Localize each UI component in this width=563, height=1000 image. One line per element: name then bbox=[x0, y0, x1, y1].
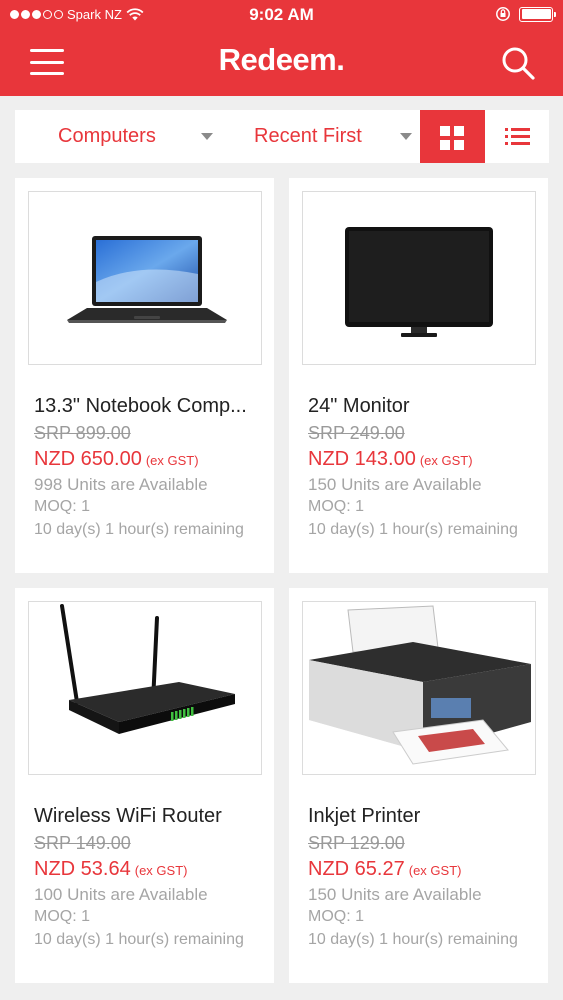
product-srp: SRP 249.00 bbox=[308, 423, 405, 443]
status-time: 9:02 AM bbox=[249, 5, 314, 24]
price-amount: 650.00 bbox=[80, 448, 142, 470]
price-note: (ex GST) bbox=[145, 453, 199, 468]
orientation-lock-icon bbox=[496, 7, 510, 21]
product-srp: SRP 129.00 bbox=[308, 833, 405, 853]
price-currency: NZD bbox=[34, 448, 81, 470]
product-price: NZD 143.00 (ex GST) bbox=[308, 448, 473, 471]
product-image-monitor[interactable] bbox=[302, 191, 536, 365]
price-amount: 65.27 bbox=[354, 858, 405, 880]
category-dropdown-label: Computers bbox=[58, 125, 156, 147]
status-bar: Spark NZ 9:02 AM bbox=[0, 0, 563, 30]
product-moq: MOQ: 1 bbox=[34, 908, 91, 925]
units-available: 150 Units are Available bbox=[308, 475, 482, 494]
product-card[interactable]: Inkjet Printer SRP 129.00 NZD 65.27 (ex G… bbox=[289, 588, 548, 983]
price-note: (ex GST) bbox=[419, 453, 473, 468]
units-available: 998 Units are Available bbox=[34, 475, 208, 494]
product-image-printer[interactable] bbox=[302, 601, 536, 775]
product-moq: MOQ: 1 bbox=[34, 498, 91, 515]
product-card[interactable]: 24" Monitor SRP 249.00 NZD 143.00 (ex GST… bbox=[289, 178, 548, 573]
time-remaining: 10 day(s) 1 hour(s) remaining bbox=[34, 521, 244, 538]
app-header: Redeem. bbox=[0, 30, 563, 96]
product-image-router[interactable] bbox=[28, 601, 262, 775]
category-dropdown[interactable]: Computers bbox=[58, 110, 156, 163]
product-name: Inkjet Printer bbox=[308, 805, 421, 827]
price-note: (ex GST) bbox=[408, 863, 462, 878]
battery-icon bbox=[519, 6, 556, 22]
product-name: 13.3" Notebook Comp... bbox=[34, 395, 247, 417]
app-logo: Redeem. bbox=[218, 42, 345, 77]
product-price: NZD 65.27 (ex GST) bbox=[308, 858, 461, 881]
product-moq: MOQ: 1 bbox=[308, 498, 365, 515]
list-view-button[interactable] bbox=[485, 110, 549, 163]
sort-dropdown[interactable]: Recent First bbox=[254, 110, 362, 163]
sort-dropdown-label: Recent First bbox=[254, 125, 362, 147]
grid-view-button[interactable] bbox=[420, 110, 485, 163]
product-price: NZD 650.00 (ex GST) bbox=[34, 448, 199, 471]
price-currency: NZD bbox=[34, 858, 81, 880]
product-card[interactable]: 13.3" Notebook Comp... SRP 899.00 NZD 65… bbox=[15, 178, 274, 573]
product-image-laptop[interactable] bbox=[28, 191, 262, 365]
product-card[interactable]: Wireless WiFi Router SRP 149.00 NZD 53.6… bbox=[15, 588, 274, 983]
price-currency: NZD bbox=[308, 448, 355, 470]
list-icon bbox=[505, 128, 530, 145]
time-remaining: 10 day(s) 1 hour(s) remaining bbox=[34, 931, 244, 948]
product-price: NZD 53.64 (ex GST) bbox=[34, 858, 187, 881]
time-remaining: 10 day(s) 1 hour(s) remaining bbox=[308, 521, 518, 538]
product-name: 24" Monitor bbox=[308, 395, 410, 417]
category-chevron-down-icon[interactable] bbox=[201, 133, 213, 140]
sort-chevron-down-icon[interactable] bbox=[400, 133, 412, 140]
filter-bar: Computers Recent First bbox=[15, 110, 549, 163]
price-amount: 143.00 bbox=[354, 448, 416, 470]
grid-icon bbox=[440, 126, 450, 136]
product-name: Wireless WiFi Router bbox=[34, 805, 222, 827]
product-srp: SRP 149.00 bbox=[34, 833, 131, 853]
price-note: (ex GST) bbox=[134, 863, 188, 878]
price-currency: NZD bbox=[308, 858, 355, 880]
time-remaining: 10 day(s) 1 hour(s) remaining bbox=[308, 931, 518, 948]
units-available: 150 Units are Available bbox=[308, 885, 482, 904]
search-icon[interactable] bbox=[500, 45, 536, 81]
units-available: 100 Units are Available bbox=[34, 885, 208, 904]
price-amount: 53.64 bbox=[80, 858, 131, 880]
product-moq: MOQ: 1 bbox=[308, 908, 365, 925]
product-srp: SRP 899.00 bbox=[34, 423, 131, 443]
